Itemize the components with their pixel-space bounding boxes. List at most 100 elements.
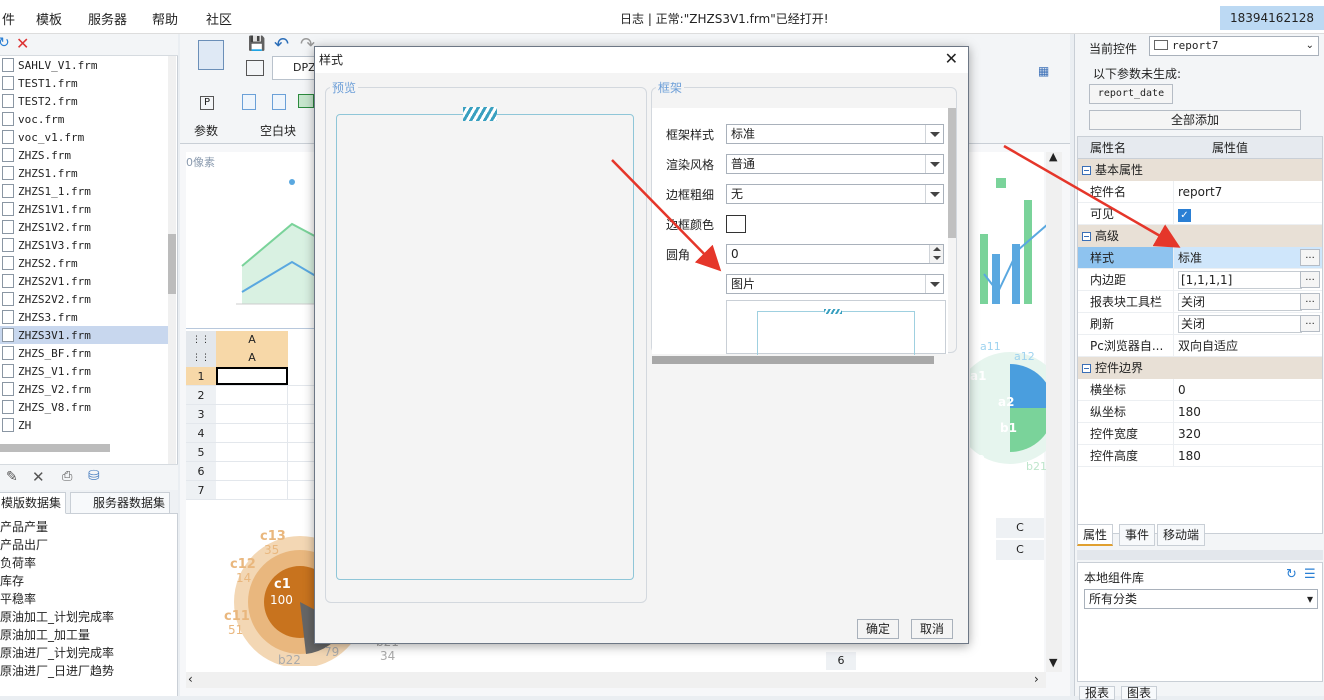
- user-account[interactable]: 18394162128: [1220, 6, 1324, 30]
- grid-cell[interactable]: [216, 462, 288, 480]
- scroll-up-icon[interactable]: ▲: [1049, 150, 1057, 163]
- tab-properties[interactable]: 属性: [1077, 524, 1114, 546]
- canvas-horizontal-scrollbar[interactable]: ‹ ›: [186, 672, 1046, 688]
- property-group-header[interactable]: 基本属性: [1078, 159, 1322, 181]
- property-row[interactable]: 控件名 report7: [1078, 181, 1322, 203]
- ellipsis-button[interactable]: ...: [1300, 315, 1320, 332]
- dataset-item[interactable]: 原油进厂_日进厂趋势: [0, 662, 170, 680]
- add-grid-icon[interactable]: [246, 60, 264, 76]
- close-icon[interactable]: ✕: [945, 51, 958, 67]
- grid-cell[interactable]: [216, 405, 288, 423]
- menu-community[interactable]: 社区: [206, 9, 232, 28]
- tab-mobile[interactable]: 移动端: [1157, 524, 1206, 546]
- scroll-right-icon[interactable]: ›: [1034, 672, 1039, 686]
- dataset-item[interactable]: 库存: [0, 572, 170, 590]
- frame-style-select[interactable]: 标准: [726, 124, 944, 144]
- redo-icon[interactable]: ↷: [300, 34, 315, 55]
- file-item[interactable]: ZHZS2V1.frm: [0, 272, 168, 290]
- file-item[interactable]: ZHZS2.frm: [0, 254, 168, 272]
- file-item[interactable]: voc_v1.frm: [0, 128, 168, 146]
- property-row[interactable]: 刷新 关闭...: [1078, 313, 1322, 335]
- param-chip-report-date[interactable]: report_date: [1089, 84, 1173, 104]
- border-color-swatch[interactable]: [726, 215, 746, 233]
- property-row[interactable]: 报表块工具栏 关闭...: [1078, 291, 1322, 313]
- grid-cell[interactable]: [216, 424, 288, 442]
- file-item[interactable]: ZHZS_BF.frm: [0, 344, 168, 362]
- dataset-item[interactable]: 原油加工_计划完成率: [0, 608, 170, 626]
- report-grid[interactable]: ⋮⋮ A ⋮⋮ A 1234567: [186, 328, 314, 508]
- property-value[interactable]: 180: [1174, 401, 1322, 422]
- dataset-item[interactable]: 产品出厂: [0, 536, 170, 554]
- file-item[interactable]: voc.frm: [0, 110, 168, 128]
- donut-chart-right[interactable]: a11 a12 a1 a2 b1 b21 b2: [970, 328, 1050, 488]
- edit-icon[interactable]: ✎: [6, 469, 18, 485]
- property-value[interactable]: 180: [1174, 445, 1322, 466]
- param-label[interactable]: 参数: [194, 122, 218, 139]
- tab-server-dataset[interactable]: 服务器数据集: [70, 492, 171, 514]
- settings-scroll-thumb[interactable]: [948, 108, 956, 238]
- dataset-item[interactable]: 产品产量: [0, 518, 170, 536]
- file-item[interactable]: ZHZS1V2.frm: [0, 218, 168, 236]
- bar-chart-right[interactable]: [970, 164, 1050, 314]
- collapse-icon[interactable]: [1082, 231, 1091, 241]
- grid-cell[interactable]: [216, 443, 288, 461]
- current-control-select[interactable]: report7 ⌄: [1149, 36, 1319, 56]
- row-header[interactable]: 6: [186, 462, 216, 480]
- tab-report[interactable]: 报表: [1079, 686, 1116, 700]
- property-value[interactable]: report7: [1174, 181, 1322, 202]
- background-image-preview[interactable]: [726, 300, 946, 355]
- settings-hscroll[interactable]: [652, 356, 934, 364]
- property-row[interactable]: 横坐标 0: [1078, 379, 1322, 401]
- file-list-scroll-thumb[interactable]: [168, 234, 176, 294]
- property-row[interactable]: 样式 标准...: [1078, 247, 1322, 269]
- blank-block-label[interactable]: 空白块: [260, 122, 296, 139]
- file-item[interactable]: ZH: [0, 416, 168, 434]
- ok-button[interactable]: 确定: [857, 619, 900, 639]
- grid-cell[interactable]: [216, 386, 288, 404]
- dataset-item[interactable]: 平稳率: [0, 590, 170, 608]
- column-header-a[interactable]: A: [216, 331, 288, 349]
- spin-up-icon[interactable]: [929, 245, 943, 254]
- dataset-item[interactable]: 原油加工_加工量: [0, 626, 170, 644]
- refresh-icon[interactable]: ↻: [0, 35, 10, 51]
- property-row[interactable]: 纵坐标 180: [1078, 401, 1322, 423]
- category-select[interactable]: 所有分类 ▾: [1084, 589, 1318, 609]
- canvas-vertical-scrollbar[interactable]: ▲ ▼: [1046, 150, 1062, 672]
- remove-icon[interactable]: ✕: [32, 468, 45, 486]
- file-item[interactable]: SAHLV_V1.frm: [0, 56, 168, 74]
- file-item[interactable]: ZHZS1_1.frm: [0, 182, 168, 200]
- file-item[interactable]: ZHZS3.frm: [0, 308, 168, 326]
- file-item[interactable]: TEST1.frm: [0, 74, 168, 92]
- file-item[interactable]: ZHZS_V8.frm: [0, 398, 168, 416]
- row-header[interactable]: 2: [186, 386, 216, 404]
- row-header[interactable]: 5: [186, 443, 216, 461]
- spin-down-icon[interactable]: [929, 254, 943, 263]
- row-header[interactable]: 4: [186, 424, 216, 442]
- table-block-icon[interactable]: [298, 94, 314, 108]
- property-value[interactable]: [1,1,1,1]...: [1174, 269, 1322, 290]
- property-group-header[interactable]: 控件边界: [1078, 357, 1322, 379]
- preview-search-icon[interactable]: [198, 40, 224, 70]
- row-header[interactable]: 1: [186, 367, 216, 385]
- tab-chart[interactable]: 图表: [1121, 686, 1158, 700]
- undo-icon[interactable]: ↶: [274, 34, 289, 55]
- ellipsis-button[interactable]: ...: [1300, 271, 1320, 288]
- delete-icon[interactable]: ✕: [16, 34, 29, 53]
- layout-icon[interactable]: ▦: [1038, 64, 1049, 78]
- menu-server[interactable]: 服务器: [88, 9, 127, 28]
- tab-template-dataset[interactable]: 模版数据集: [0, 492, 67, 514]
- menu-file[interactable]: 件: [2, 9, 15, 28]
- property-value[interactable]: 0: [1174, 379, 1322, 400]
- param-icon[interactable]: P: [200, 96, 214, 110]
- refresh-library-icon[interactable]: ↻: [1286, 567, 1297, 582]
- collapse-icon[interactable]: [1082, 363, 1091, 373]
- render-style-select[interactable]: 普通: [726, 154, 944, 174]
- scroll-left-icon[interactable]: ‹: [188, 672, 193, 686]
- tab-events[interactable]: 事件: [1119, 524, 1156, 546]
- property-value[interactable]: 320: [1174, 423, 1322, 444]
- scroll-down-icon[interactable]: ▼: [1049, 656, 1057, 669]
- property-value[interactable]: ✓: [1174, 203, 1322, 224]
- area-chart[interactable]: [216, 162, 326, 312]
- property-row[interactable]: Pc浏览器自... 双向自适应: [1078, 335, 1322, 357]
- property-row[interactable]: 内边距 [1,1,1,1]...: [1078, 269, 1322, 291]
